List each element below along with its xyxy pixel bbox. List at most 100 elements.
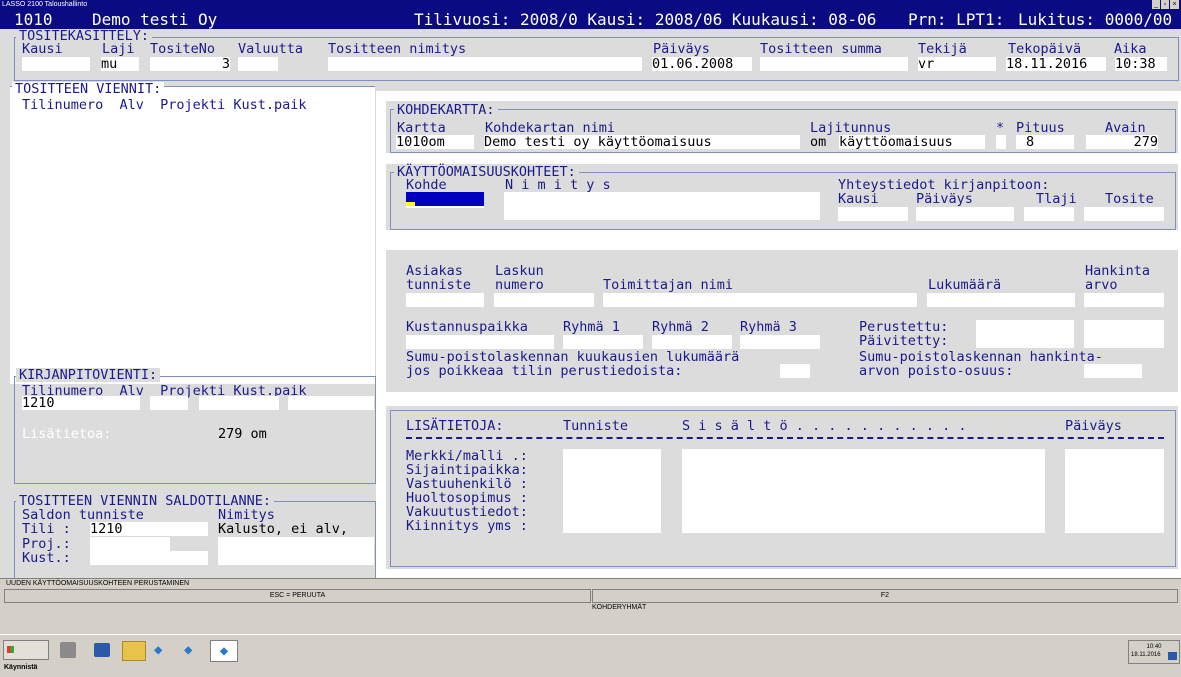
kustannuspaikka-field[interactable] (406, 335, 554, 349)
hankinta-arvo-field[interactable] (1084, 293, 1164, 307)
balance-tili-label: Tili : (22, 521, 71, 537)
label-assets-paivays: Päiväys (916, 191, 973, 207)
toimittaja-field[interactable] (603, 293, 917, 307)
label-hankinta-arvo: arvo (1085, 277, 1118, 293)
avain-field[interactable]: 279 (1086, 135, 1158, 150)
asiakas-field[interactable] (406, 293, 484, 307)
network-icon[interactable]: ◆ (210, 640, 238, 662)
extra-row-label: Kiinnitys yms : (406, 518, 528, 534)
tekija-field[interactable]: vr (918, 57, 996, 72)
label-valuutta: Valuutta (238, 41, 304, 57)
assets-kausi-field[interactable] (838, 207, 908, 221)
entries-title: TOSITTEEN VIENNIT: (12, 82, 165, 96)
label-toimittaja: Toimittajan nimi (603, 277, 734, 293)
label-asiakas-tunniste: tunniste (406, 277, 472, 293)
label-tekopaiva: Tekopäivä (1008, 41, 1082, 57)
minimize-button[interactable]: _ (1152, 0, 1160, 9)
printer-info: Prn: LPT1: (908, 10, 1005, 29)
assets-tlaji-field[interactable] (1024, 207, 1074, 221)
label-ryhma3: Ryhmä 3 (740, 319, 797, 335)
label-assets-kausi: Kausi (838, 191, 879, 207)
paivays-field[interactable]: 01.06.2008 (652, 57, 752, 72)
nimitys-field[interactable] (328, 57, 642, 71)
start-button[interactable]: Käynnistä (3, 640, 49, 671)
network-icon[interactable]: ◆ (154, 643, 172, 657)
balance-kust-field[interactable] (90, 551, 208, 565)
ryhma1-field[interactable] (563, 335, 643, 349)
system-clock[interactable]: 10:40 18.11.2016 (1128, 640, 1180, 664)
extra-tunniste-field[interactable] (563, 449, 661, 533)
lukumaara-field[interactable] (927, 293, 1075, 307)
window-titlebar: LASSO 2100 Taloushallinto _ ▫ × (0, 0, 1181, 10)
laji-name-field[interactable]: käyttöomaisuus (839, 135, 985, 150)
sumu-share-field[interactable] (1084, 364, 1142, 378)
terminal-screen: 1010 Demo testi Oy Tilivuosi: 2008/0 Kau… (0, 10, 1181, 586)
laskun-numero-field[interactable] (494, 293, 594, 307)
ledger-alv-field[interactable] (150, 396, 188, 410)
server-icon[interactable] (60, 642, 76, 658)
label-star: * (996, 120, 1005, 136)
assets-paivays-field[interactable] (916, 207, 1014, 221)
pituus-field[interactable]: 8 (1016, 135, 1074, 150)
paivitetty-field[interactable] (1084, 320, 1164, 348)
f2-label: F2 (880, 592, 890, 599)
folder-icon[interactable] (122, 641, 146, 661)
sumu-months-field[interactable] (780, 364, 810, 378)
balance-proj-field[interactable] (90, 537, 170, 551)
kohde-input[interactable] (406, 192, 484, 208)
label-paivitetty: Päivitetty: (859, 333, 949, 349)
label-tosite: Tosite (1105, 191, 1154, 207)
tekopaiva-field[interactable]: 18.11.2016 (1006, 57, 1106, 72)
close-button[interactable]: × (1170, 0, 1179, 9)
esc-cancel-label: ESC = PERUUTA (269, 592, 326, 599)
star-field[interactable] (996, 135, 1006, 149)
label-laskun-numero: numero (495, 277, 544, 293)
balance-nimitys-field[interactable] (218, 537, 374, 565)
aika-field[interactable]: 10:38 (1115, 57, 1167, 72)
restore-button[interactable]: ▫ (1161, 0, 1169, 9)
company-name: Demo testi Oy (92, 10, 218, 29)
ledger-project-field[interactable] (199, 396, 279, 410)
label-pituus: Pituus (1016, 120, 1065, 136)
extra-paivays-field[interactable] (1065, 449, 1164, 533)
assets-tosite-field[interactable] (1084, 207, 1164, 221)
target-card-title: KOHDEKARTTA: (394, 103, 498, 117)
entries-panel (10, 86, 375, 384)
extra-sisalto-field[interactable] (682, 449, 1045, 533)
label-tekija: Tekijä (918, 41, 967, 57)
laji-field[interactable]: mu (101, 57, 139, 72)
label-tositteen-summa: Tositteen summa (760, 41, 882, 57)
balance-tili-field[interactable]: 1210 (90, 522, 208, 537)
esc-cancel-button[interactable]: ESC = PERUUTA (4, 589, 591, 603)
desktop-icon[interactable] (1168, 652, 1177, 660)
ledger-info-label: Lisätietoa: (22, 426, 112, 442)
kausi-field[interactable] (22, 57, 90, 71)
label-lukumaara: Lukumäärä (928, 277, 1002, 293)
start-label: Käynnistä (4, 664, 38, 671)
ledger-cost-field[interactable] (288, 396, 374, 410)
label-tositeno: TositeNo (150, 41, 216, 57)
perustettu-field[interactable] (976, 320, 1074, 348)
company-code: 1010 (14, 10, 53, 29)
tositeno-field[interactable]: 3 (150, 57, 230, 72)
nimitys-input[interactable] (504, 192, 820, 220)
clock-time: 10:40 (1146, 644, 1162, 650)
ryhma3-field[interactable] (740, 335, 820, 349)
label-ryhma1: Ryhmä 1 (563, 319, 620, 335)
ryhma2-field[interactable] (652, 335, 732, 349)
label-kausi: Kausi (22, 41, 63, 57)
ledger-title: KIRJANPITOVIENTI: (16, 368, 161, 382)
kohdekartan-nimi-field[interactable]: Demo testi oy käyttöomaisuus (484, 135, 800, 150)
label-kohde: Kohde (406, 177, 447, 193)
windows-logo-icon (7, 645, 14, 653)
f2-button[interactable]: F2 (592, 589, 1178, 603)
label-nimitys: N i m i t y s (505, 177, 611, 193)
label-tunniste: Tunniste (563, 418, 629, 434)
ledger-account-field[interactable]: 1210 (22, 396, 140, 411)
network-icon[interactable]: ◆ (184, 643, 202, 657)
valuutta-field[interactable] (238, 57, 278, 71)
kartta-field[interactable]: 1010om (396, 135, 474, 150)
powershell-icon[interactable] (94, 643, 110, 657)
label-sisalto: S i s ä l t ö . . . . . . . . . . . (682, 418, 967, 434)
summa-field[interactable] (760, 57, 908, 71)
